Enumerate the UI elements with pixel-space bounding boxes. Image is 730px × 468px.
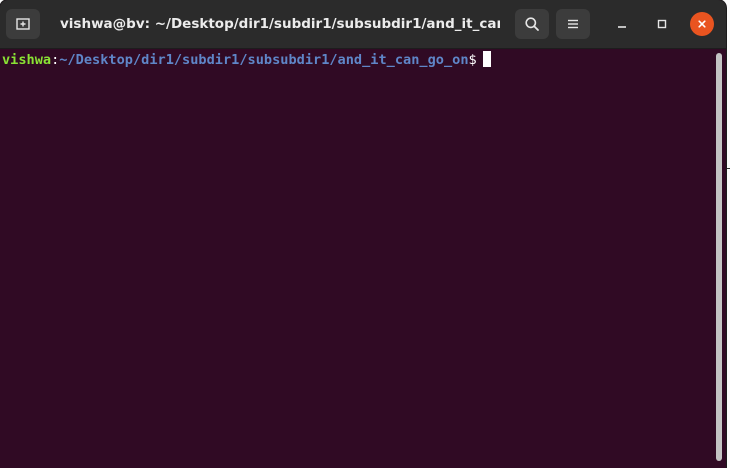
scrollbar-thumb[interactable] bbox=[716, 53, 722, 461]
maximize-icon bbox=[657, 19, 667, 29]
terminal-area[interactable]: vishwa:~/Desktop/dir1/subdir1/subsubdir1… bbox=[0, 49, 712, 468]
headerbar: vishwa@bv: ~/Desktop/dir1/subdir1/subsub… bbox=[0, 0, 726, 49]
search-button[interactable] bbox=[515, 9, 549, 39]
maximize-button[interactable] bbox=[650, 12, 674, 36]
prompt-user: vishwa bbox=[2, 52, 52, 68]
prompt-line: vishwa:~/Desktop/dir1/subdir1/subsubdir1… bbox=[2, 51, 491, 69]
menu-button[interactable] bbox=[556, 9, 590, 39]
background-window-edge bbox=[726, 168, 730, 169]
search-icon bbox=[525, 17, 539, 31]
minimize-icon bbox=[618, 26, 626, 28]
hamburger-menu-icon bbox=[568, 19, 578, 29]
new-tab-button[interactable] bbox=[6, 9, 40, 39]
window-title: vishwa@bv: ~/Desktop/dir1/subdir1/subsub… bbox=[60, 16, 500, 32]
close-button[interactable] bbox=[690, 12, 714, 36]
scrollbar[interactable] bbox=[714, 51, 724, 464]
minimize-button[interactable] bbox=[610, 12, 634, 36]
prompt-path: ~/Desktop/dir1/subdir1/subsubdir1/and_it… bbox=[59, 52, 469, 68]
new-tab-icon bbox=[16, 18, 30, 30]
terminal-window: vishwa@bv: ~/Desktop/dir1/subdir1/subsub… bbox=[0, 0, 726, 468]
text-cursor bbox=[482, 51, 491, 67]
close-icon bbox=[698, 20, 706, 28]
prompt-dollar: $ bbox=[468, 52, 477, 68]
